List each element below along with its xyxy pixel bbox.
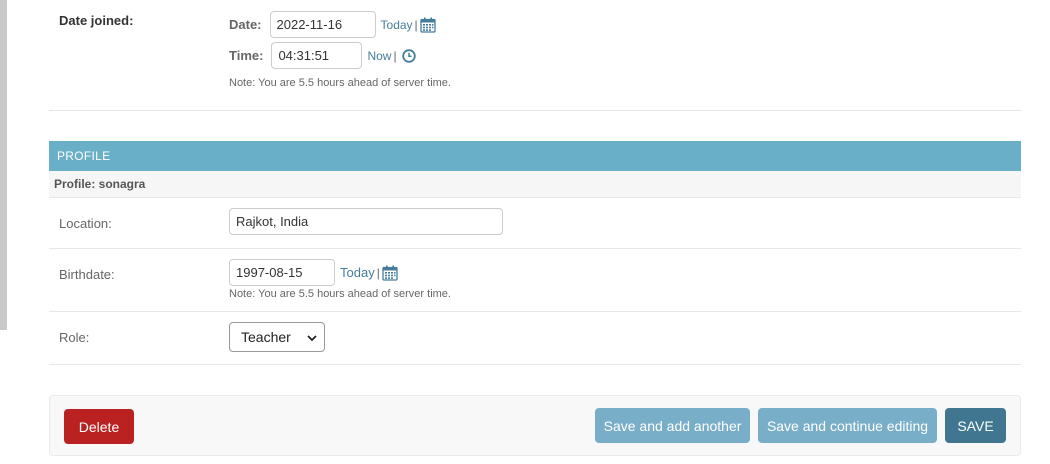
submit-row: Delete Save and add another Save and con… <box>49 395 1021 456</box>
birthdate-input[interactable]: 1997-08-15 <box>229 259 335 286</box>
separator: | <box>414 17 418 32</box>
role-select-value: Teacher <box>241 329 291 345</box>
calendar-icon[interactable] <box>382 265 398 281</box>
location-row: Location: Rajkot, India <box>49 198 1021 249</box>
profile-subheader: Profile: sonagra <box>49 171 1021 198</box>
birthdate-today-link[interactable]: Today <box>340 265 375 280</box>
birthdate-timezone-note: Note: You are 5.5 hours ahead of server … <box>229 288 451 300</box>
role-label: Role: <box>59 330 90 345</box>
birthdate-row: Birthdate: 1997-08-15 Today | Note: You … <box>49 249 1021 312</box>
date-input[interactable]: 2022-11-16 <box>269 11 376 38</box>
chevron-down-icon <box>306 331 318 343</box>
time-input[interactable]: 04:31:51 <box>271 42 363 69</box>
time-line: Time: 04:31:51 Now | <box>229 42 416 69</box>
now-link[interactable]: Now <box>367 49 391 63</box>
separator: | <box>376 265 380 280</box>
today-link[interactable]: Today <box>381 18 413 32</box>
location-input[interactable]: Rajkot, India <box>229 208 503 235</box>
birthdate-line: 1997-08-15 Today | <box>229 259 398 286</box>
profile-section-header: PROFILE <box>49 141 1021 171</box>
time-label: Time: <box>229 48 264 63</box>
role-select[interactable]: Teacher <box>229 322 325 352</box>
date-joined-label: Date joined: <box>59 13 134 28</box>
save-continue-editing-button[interactable]: Save and continue editing <box>758 408 937 443</box>
page-scrollbar[interactable] <box>0 0 7 330</box>
separator: | <box>393 48 397 63</box>
location-label: Location: <box>59 216 112 231</box>
birthdate-label: Birthdate: <box>59 267 115 282</box>
delete-button[interactable]: Delete <box>64 409 134 444</box>
clock-icon[interactable] <box>401 48 416 63</box>
save-add-another-button[interactable]: Save and add another <box>595 408 750 443</box>
save-button[interactable]: SAVE <box>945 408 1006 443</box>
role-row: Role: Teacher <box>49 312 1021 365</box>
date-label: Date: <box>229 17 262 32</box>
timezone-note: Note: You are 5.5 hours ahead of server … <box>229 77 451 89</box>
date-line: Date: 2022-11-16 Today | <box>229 11 436 38</box>
calendar-icon[interactable] <box>420 17 436 33</box>
date-joined-row: Date joined: Date: 2022-11-16 Today | Ti… <box>49 0 1021 111</box>
